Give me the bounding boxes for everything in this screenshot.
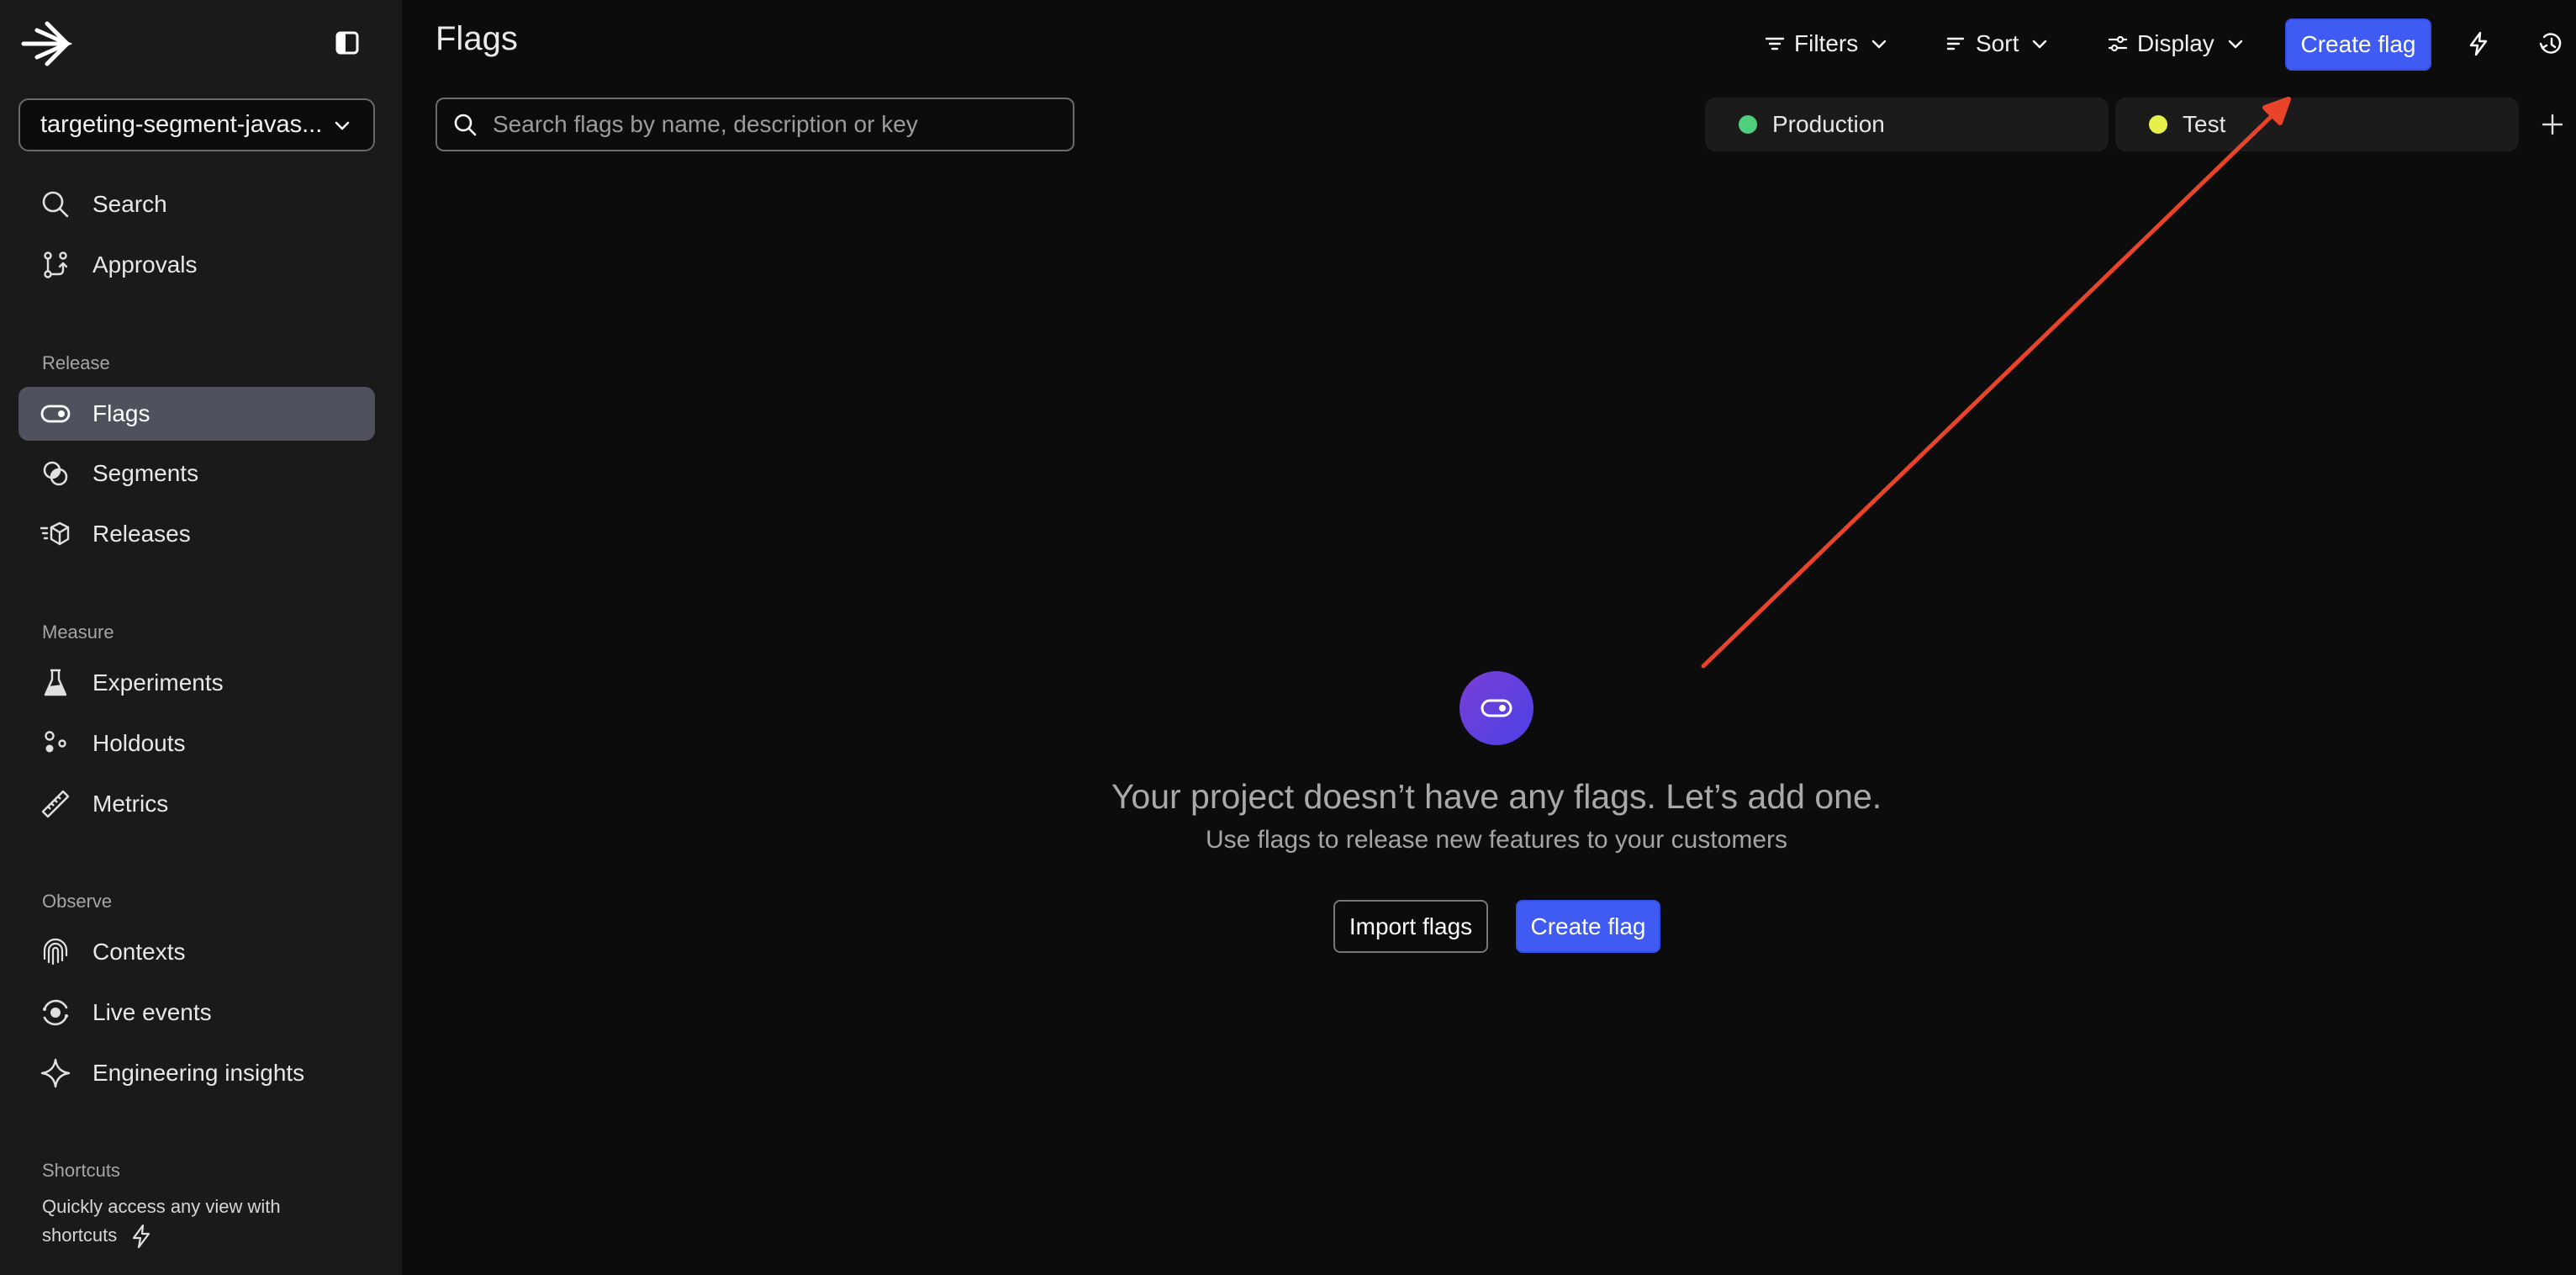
sidebar-item-label: Holdouts (92, 730, 186, 756)
search-input[interactable] (493, 111, 1048, 138)
page-title: Flags (435, 20, 518, 57)
sort-button[interactable]: Sort (1945, 24, 2051, 64)
toggle-icon (1481, 699, 1512, 717)
environment-status-dot (1739, 115, 1757, 134)
sidebar-item-holdouts[interactable]: Holdouts (18, 717, 375, 770)
sidebar-item-label: Segments (92, 460, 199, 486)
empty-state-title: Your project doesn’t have any flags. Let… (1111, 777, 1882, 816)
lightning-icon[interactable] (2462, 27, 2495, 61)
search-icon (40, 189, 71, 220)
empty-state-subtitle: Use flags to release new features to you… (1206, 826, 1787, 854)
sort-icon (1945, 33, 1967, 55)
sidebar-item-label: Metrics (92, 791, 169, 817)
sidebar-item-label: Releases (92, 521, 191, 547)
lightning-icon[interactable] (129, 1224, 154, 1249)
environment-tab-production[interactable]: Production (1705, 98, 2109, 151)
project-selector[interactable]: targeting-segment-javas... (18, 98, 375, 151)
sidebar-item-releases[interactable]: Releases (18, 507, 375, 561)
environment-tab-test[interactable]: Test (2115, 98, 2519, 151)
sidebar-item-label: Live events (92, 999, 212, 1025)
search-icon (454, 114, 477, 136)
chevron-down-icon (1868, 33, 1890, 55)
sparkle-icon (40, 1058, 71, 1088)
sidebar-item-approvals[interactable]: Approvals (18, 238, 375, 292)
add-environment-button[interactable] (2536, 108, 2569, 141)
sidebar-item-label: Flags (92, 400, 150, 426)
environment-status-dot (2149, 115, 2167, 134)
search-field[interactable] (435, 98, 1074, 151)
display-button[interactable]: Display (2107, 24, 2246, 64)
chevron-down-icon (2029, 33, 2051, 55)
filters-button[interactable]: Filters (1764, 24, 1890, 64)
holdouts-icon (40, 728, 71, 759)
section-title-measure: Measure (42, 622, 114, 643)
sidebar-item-label: Approvals (92, 251, 198, 278)
sidebar-item-label: Engineering insights (92, 1060, 305, 1086)
flag-toggle-badge (1460, 671, 1533, 745)
project-selector-label: targeting-segment-javas... (40, 111, 323, 138)
sidebar-item-experiments[interactable]: Experiments (18, 656, 375, 710)
import-flags-button[interactable]: Import flags (1333, 900, 1488, 953)
sidebar-item-live-events[interactable]: Live events (18, 986, 375, 1040)
sliders-icon (2107, 33, 2129, 55)
sidebar-item-engineering-insights[interactable]: Engineering insights (18, 1046, 375, 1100)
sidebar-item-label: Contexts (92, 939, 186, 965)
create-flag-empty-button[interactable]: Create flag (1516, 900, 1660, 953)
launchdarkly-logo-icon[interactable] (20, 19, 73, 69)
fingerprint-icon (40, 937, 71, 967)
sidebar-item-label: Experiments (92, 669, 224, 696)
section-title-release: Release (42, 352, 110, 373)
section-title-observe: Observe (42, 891, 113, 912)
display-label: Display (2137, 30, 2214, 56)
create-flag-button[interactable]: Create flag (2285, 19, 2431, 71)
filter-icon (1764, 33, 1786, 55)
releases-icon (40, 519, 71, 549)
sidebar: targeting-segment-javas... Search Approv… (0, 0, 402, 1275)
environment-label: Production (1772, 111, 1885, 137)
sidebar-item-segments[interactable]: Segments (18, 447, 375, 500)
sidebar-item-contexts[interactable]: Contexts (18, 925, 375, 979)
sidebar-item-label: Search (92, 191, 167, 217)
segments-icon (40, 458, 71, 489)
flask-icon (40, 668, 71, 698)
filters-label: Filters (1794, 30, 1859, 56)
shortcuts-hint-text: Quickly access any view with shortcuts (42, 1196, 281, 1246)
environment-label: Test (2183, 111, 2226, 137)
sidebar-item-search[interactable]: Search (18, 177, 375, 231)
ruler-icon (40, 789, 71, 819)
section-title-shortcuts: Shortcuts (42, 1160, 120, 1181)
sort-label: Sort (1976, 30, 2019, 56)
toggle-icon (40, 399, 71, 429)
plus-icon (2542, 114, 2563, 135)
collapse-sidebar-icon[interactable] (335, 30, 360, 56)
sidebar-item-metrics[interactable]: Metrics (18, 777, 375, 831)
sidebar-item-flags[interactable]: Flags (18, 387, 375, 441)
chevron-down-icon (331, 114, 353, 136)
approvals-icon (40, 250, 71, 280)
shortcuts-hint: Quickly access any view with shortcuts (42, 1193, 328, 1250)
live-events-icon (40, 997, 71, 1028)
history-icon[interactable] (2534, 27, 2568, 61)
chevron-down-icon (2225, 33, 2246, 55)
